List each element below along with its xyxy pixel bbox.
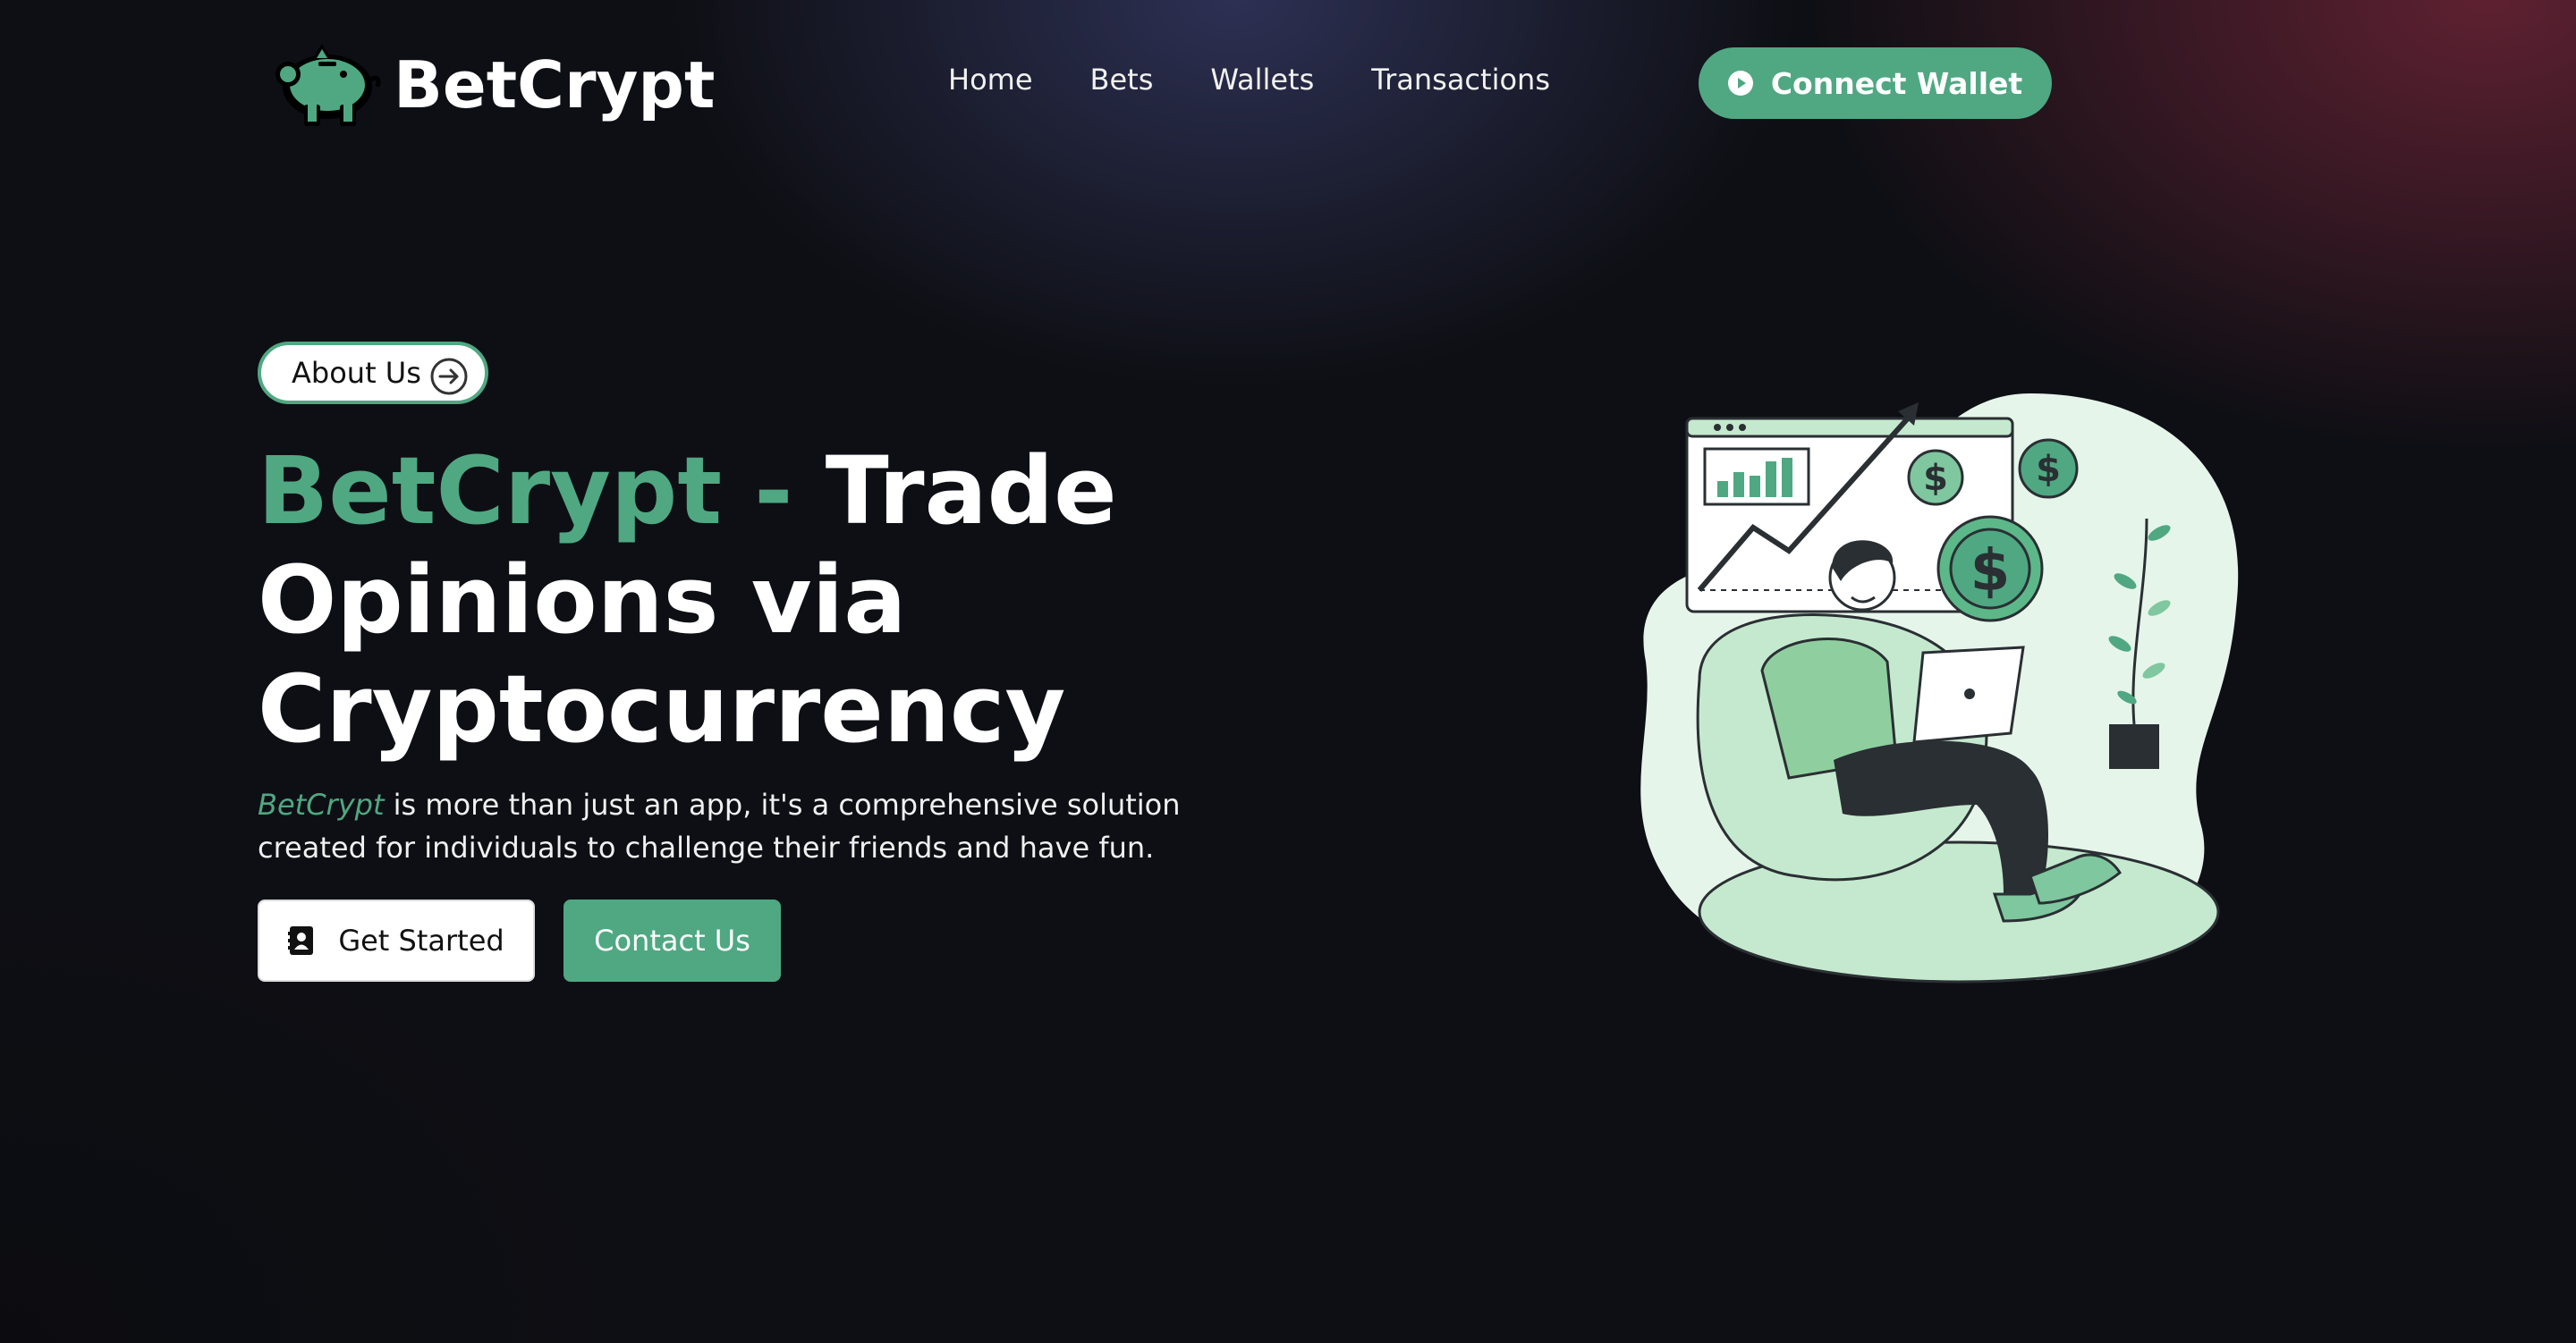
svg-text:$: $ [1970,538,2011,604]
nav-item-wallets[interactable]: Wallets [1210,63,1314,97]
hero-description: BetCrypt is more than just an app, it's … [258,783,1295,869]
logo-text: BetCrypt [394,47,716,122]
get-started-label: Get Started [338,924,504,958]
about-us-pill[interactable]: About Us [258,342,488,404]
connect-wallet-button[interactable]: Connect Wallet [1699,47,2052,119]
main-nav: Home Bets Wallets Transactions [948,63,1550,97]
svg-text:$: $ [2036,449,2061,490]
arrow-right-circle-icon [430,358,468,395]
hero-title-accent: BetCrypt - [258,436,793,545]
hero-description-text: is more than just an app, it's a compreh… [258,788,1181,865]
nav-item-home[interactable]: Home [948,63,1033,97]
logo[interactable]: BetCrypt [268,40,715,130]
hero-description-brand: BetCrypt [258,788,385,822]
contact-book-icon [288,926,314,955]
contact-us-button[interactable]: Contact Us [564,900,781,982]
play-circle-icon [1727,71,1753,96]
hero-title: BetCrypt - Trade Opinions via Cryptocurr… [258,436,1152,764]
get-started-button[interactable]: Get Started [258,900,535,982]
site-header: BetCrypt Home Bets Wallets Transactions … [0,0,2576,170]
nav-item-transactions[interactable]: Transactions [1371,63,1550,97]
about-us-label: About Us [292,356,421,390]
hero-illustration: $ $ $ [1640,393,2239,984]
contact-us-label: Contact Us [594,924,750,958]
nav-item-bets[interactable]: Bets [1090,63,1154,97]
svg-text:$: $ [1923,458,1948,499]
connect-wallet-label: Connect Wallet [1770,65,2023,101]
piggy-bank-icon [275,44,381,126]
